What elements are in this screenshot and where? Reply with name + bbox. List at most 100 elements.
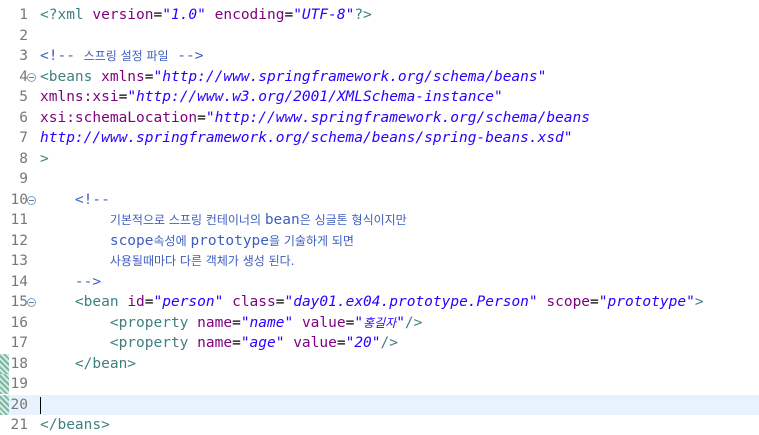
code-line[interactable]: 2 <box>0 26 759 46</box>
code-text: <bean id="person" class="day01.ex04.prot… <box>40 292 704 312</box>
line-number: 8 <box>19 150 28 167</box>
line-gutter: 1 <box>0 5 36 25</box>
fold-collapse-icon[interactable] <box>27 298 36 307</box>
line-gutter: 20 <box>0 394 36 415</box>
token-attr: xmlns <box>101 68 145 85</box>
code-text: <!-- 스프링 설정 파일 --> <box>40 46 204 66</box>
code-text: </bean> <box>40 354 136 374</box>
code-line[interactable]: 10 <!-- <box>0 190 759 210</box>
code-text: </beans> <box>40 415 110 435</box>
code-line[interactable]: 12 scope속성에 prototype을 기술하게 되면 <box>0 231 759 251</box>
token-comk: 사용될때마다 다른 객체가 생성 된다. <box>109 254 295 268</box>
code-text: <!-- <box>40 190 110 210</box>
token-comk: 기본적으로 스프링 컨테이너의 <box>109 213 265 227</box>
token-com: --> <box>168 48 204 64</box>
line-number: 14 <box>10 273 28 290</box>
token-com: bean <box>264 212 300 228</box>
code-line[interactable]: 7 http://www.springframework.org/schema/b… <box>0 128 759 148</box>
text-caret <box>40 396 41 414</box>
line-number: 2 <box>19 27 28 44</box>
change-marker <box>0 353 9 374</box>
line-number: 21 <box>10 417 28 433</box>
code-text: 기본적으로 스프링 컨테이너의 bean은 싱글톤 형식이지만 <box>40 210 407 230</box>
token-attr: scope <box>546 294 591 310</box>
line-gutter: 13 <box>0 251 36 271</box>
code-line[interactable]: 15 <bean id="person" class="day01.ex04.p… <box>0 292 759 312</box>
token-tag: <bean <box>74 294 128 310</box>
token-attr: name <box>197 335 233 351</box>
fold-collapse-icon[interactable] <box>27 72 36 82</box>
token-attr: version <box>92 7 154 23</box>
line-number: 6 <box>19 109 28 126</box>
xml-code-editor[interactable]: 1 <?xml version="1.0" encoding="UTF-8"?> 2… <box>0 0 759 433</box>
token-com: --> <box>74 273 102 290</box>
code-line[interactable]: 4 <beans xmlns="http://www.springframewor… <box>0 67 759 87</box>
code-text: <property name="name" value="홍길자"/> <box>40 313 423 333</box>
token-attr: name <box>197 314 233 331</box>
token-com: <!-- <box>74 191 110 208</box>
code-text: xsi:schemaLocation="http://www.springfra… <box>40 108 590 128</box>
code-line[interactable]: 19 <box>0 374 759 394</box>
code-line[interactable]: 14 --> <box>0 272 759 292</box>
code-line[interactable]: 6 xsi:schemaLocation="http://www.springfr… <box>0 108 759 128</box>
change-marker <box>0 394 9 415</box>
token-val: "UTF-8" <box>293 7 355 23</box>
code-text: > <box>40 149 49 169</box>
code-text: scope속성에 prototype을 기술하게 되면 <box>40 231 354 251</box>
line-number: 5 <box>19 89 28 105</box>
line-gutter: 15 <box>0 292 36 312</box>
token-val: "20" <box>345 335 381 351</box>
code-line[interactable]: 9 <box>0 169 759 189</box>
token-tag: > <box>694 294 704 310</box>
line-number: 15 <box>10 294 28 310</box>
token-attr: encoding <box>214 7 285 23</box>
fold-collapse-icon[interactable] <box>27 195 36 205</box>
token-tag: ?> <box>354 7 372 23</box>
token-tag: <property <box>109 335 198 351</box>
code-line[interactable]: 8 > <box>0 149 759 169</box>
code-line[interactable]: 1 <?xml version="1.0" encoding="UTF-8"?> <box>0 5 759 25</box>
token-tag: > <box>40 150 49 167</box>
line-gutter: 11 <box>0 210 36 230</box>
token-attr: value <box>293 335 337 351</box>
line-gutter: 10 <box>0 190 36 210</box>
line-gutter: 21 <box>0 415 36 435</box>
token-txt: = <box>197 109 206 126</box>
line-gutter: 7 <box>0 128 36 148</box>
code-line[interactable]: 21 </beans> <box>0 415 759 435</box>
line-gutter: 19 <box>0 374 36 394</box>
code-line[interactable]: 3 <!-- 스프링 설정 파일 --> <box>0 46 759 66</box>
token-tag: <property <box>109 314 198 331</box>
line-gutter: 4 <box>0 67 36 87</box>
code-text: 사용될때마다 다른 객체가 생성 된다. <box>40 251 295 271</box>
token-comk: 속성에 <box>153 233 191 248</box>
line-gutter: 12 <box>0 231 36 251</box>
code-line[interactable]: 16 <property name="name" value="홍길자"/> <box>0 313 759 333</box>
token-valk: 홍길자 <box>363 315 397 330</box>
code-line[interactable]: 18 </bean> <box>0 353 759 374</box>
token-tag: </beans> <box>40 417 110 433</box>
code-text: <property name="age" value="20"/> <box>40 333 398 353</box>
code-line[interactable]: 5 xmlns:xsi="http://www.w3.org/2001/XMLSc… <box>0 87 759 107</box>
code-line[interactable]: 11 기본적으로 스프링 컨테이너의 bean은 싱글톤 형식이지만 <box>0 210 759 230</box>
code-text: xmlns:xsi="http://www.w3.org/2001/XMLSch… <box>40 87 503 107</box>
token-attr: id <box>127 294 145 310</box>
token-tag: <beans <box>40 68 102 85</box>
line-gutter: 2 <box>0 26 36 46</box>
token-val: "http://www.springframework.org/schema/b… <box>205 109 590 126</box>
line-number: 11 <box>10 212 28 228</box>
token-txt: = <box>118 89 128 105</box>
token-com: prototype <box>190 232 270 249</box>
code-line[interactable]: 13 사용될때마다 다른 객체가 생성 된다. <box>0 251 759 271</box>
code-line[interactable]: 17 <property name="age" value="20"/> <box>0 333 759 353</box>
token-val: "age" <box>240 335 285 351</box>
code-line[interactable]: 20 <box>0 394 759 415</box>
token-txt: = <box>284 7 294 23</box>
token-attr: class <box>232 294 276 310</box>
token-val: "1.0" <box>162 7 206 23</box>
change-marker <box>0 374 9 394</box>
